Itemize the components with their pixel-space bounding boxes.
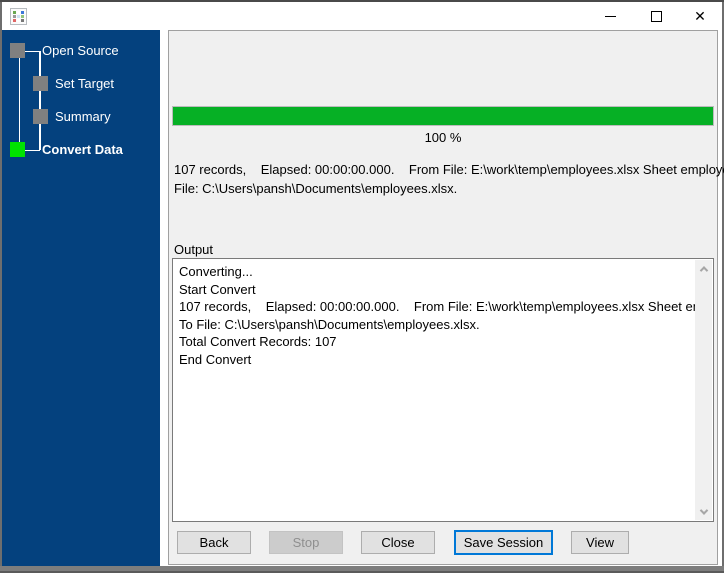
save-session-button[interactable]: Save Session (454, 530, 553, 555)
progress-bar-fill (173, 107, 713, 125)
output-log[interactable]: Converting... Start Convert 107 records,… (172, 258, 714, 522)
title-bar[interactable]: ✕ (2, 2, 722, 30)
scroll-down-button[interactable] (695, 503, 712, 520)
minimize-button[interactable] (588, 2, 632, 30)
stop-button: Stop (269, 531, 343, 554)
step-connector-line (25, 149, 40, 151)
status-text: 107 records, Elapsed: 00:00:00.000. From… (174, 160, 724, 198)
main-area: 100 % 107 records, Elapsed: 00:00:00.000… (160, 30, 724, 566)
wizard-steps-sidebar: Open Source Set Target Summary Convert D… (2, 30, 160, 566)
step-label-summary: Summary (55, 109, 111, 124)
status-text-line: File: C:\Users\pansh\Documents\employees… (174, 181, 458, 196)
status-text-line: 107 records, Elapsed: 00:00:00.000. From… (174, 162, 724, 177)
step-indicator-open-source (10, 43, 25, 58)
step-indicator-convert-data (10, 142, 25, 157)
close-button[interactable]: Close (361, 531, 435, 554)
progress-percent-label: 100 % (424, 130, 462, 145)
maximize-button[interactable] (634, 2, 678, 30)
step-connector-line (18, 58, 20, 142)
wizard-window: ✕ Open Source Set Target Summary Convert… (0, 0, 724, 573)
step-connector-line (25, 50, 40, 52)
view-button[interactable]: View (571, 531, 629, 554)
output-log-line: To File: C:\Users\pansh\Documents\employ… (179, 316, 480, 332)
output-label: Output (174, 242, 214, 257)
output-scrollbar[interactable] (695, 260, 712, 520)
scroll-up-button[interactable] (695, 260, 712, 277)
titlebar-close-button[interactable]: ✕ (678, 2, 722, 30)
step-indicator-summary (33, 109, 48, 124)
spreadsheet-app-icon (10, 8, 27, 25)
close-icon: ✕ (694, 8, 706, 24)
output-log-line: 107 records, Elapsed: 00:00:00.000. From… (179, 299, 695, 314)
chevron-up-icon (699, 265, 708, 275)
step-label-convert-data: Convert Data (42, 142, 123, 157)
step-connector-line (39, 50, 41, 150)
output-log-line: Converting... (179, 264, 253, 279)
step-label-open-source: Open Source (42, 43, 119, 58)
output-log-line: End Convert (179, 351, 252, 367)
chevron-down-icon (699, 505, 708, 515)
output-log-lines: Converting... Start Convert 107 records,… (173, 259, 695, 521)
output-log-line: Start Convert (179, 281, 256, 297)
step-indicator-set-target (33, 76, 48, 91)
content-panel: 100 % 107 records, Elapsed: 00:00:00.000… (168, 30, 724, 565)
maximize-icon (650, 10, 662, 22)
output-log-line: Total Convert Records: 107 (179, 334, 337, 349)
minimize-icon (604, 15, 616, 17)
back-button[interactable]: Back (177, 531, 251, 554)
window-bottom-border (0, 566, 724, 573)
step-label-set-target: Set Target (55, 76, 115, 91)
progress-bar (172, 106, 714, 126)
